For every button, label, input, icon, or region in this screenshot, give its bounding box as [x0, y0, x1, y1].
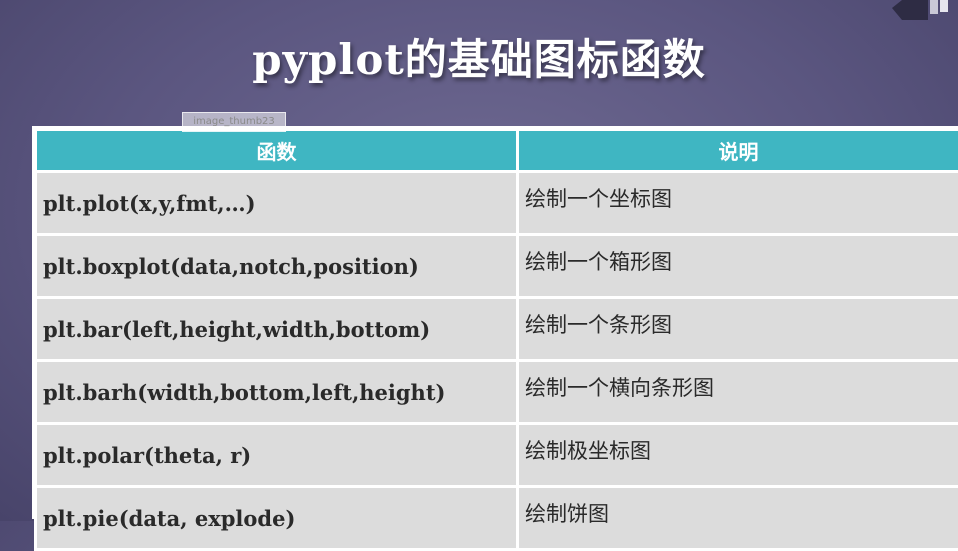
function-cell: plt.bar(left,height,width,bottom): [36, 298, 518, 361]
description-cell: 绘制极坐标图: [518, 424, 958, 487]
header-function: 函数: [36, 130, 518, 172]
description-cell: 绘制一个条形图: [518, 298, 958, 361]
function-table-container: 函数 说明 plt.plot(x,y,fmt,…) 绘制一个坐标图 plt.bo…: [32, 126, 958, 519]
table-row: plt.boxplot(data,notch,position) 绘制一个箱形图: [36, 235, 958, 298]
function-cell: plt.plot(x,y,fmt,…): [36, 172, 518, 235]
table-row: plt.plot(x,y,fmt,…) 绘制一个坐标图: [36, 172, 958, 235]
corner-decoration-icon: [888, 0, 948, 20]
function-cell: plt.pie(data, explode): [36, 487, 518, 550]
description-cell: 绘制一个箱形图: [518, 235, 958, 298]
description-cell: 绘制一个横向条形图: [518, 361, 958, 424]
function-cell: plt.boxplot(data,notch,position): [36, 235, 518, 298]
image-thumb-label: image_thumb23: [182, 112, 286, 132]
slide-title: pyplot的基础图标函数: [0, 26, 958, 87]
function-cell: plt.barh(width,bottom,left,height): [36, 361, 518, 424]
function-cell: plt.polar(theta, r): [36, 424, 518, 487]
description-cell: 绘制一个坐标图: [518, 172, 958, 235]
table-row: plt.barh(width,bottom,left,height) 绘制一个横…: [36, 361, 958, 424]
table-row: plt.polar(theta, r) 绘制极坐标图: [36, 424, 958, 487]
table-row: plt.pie(data, explode) 绘制饼图: [36, 487, 958, 550]
table-row: plt.bar(left,height,width,bottom) 绘制一个条形…: [36, 298, 958, 361]
table-header-row: 函数 说明: [36, 130, 958, 172]
header-description: 说明: [518, 130, 958, 172]
function-table: 函数 说明 plt.plot(x,y,fmt,…) 绘制一个坐标图 plt.bo…: [34, 128, 958, 551]
description-cell: 绘制饼图: [518, 487, 958, 550]
